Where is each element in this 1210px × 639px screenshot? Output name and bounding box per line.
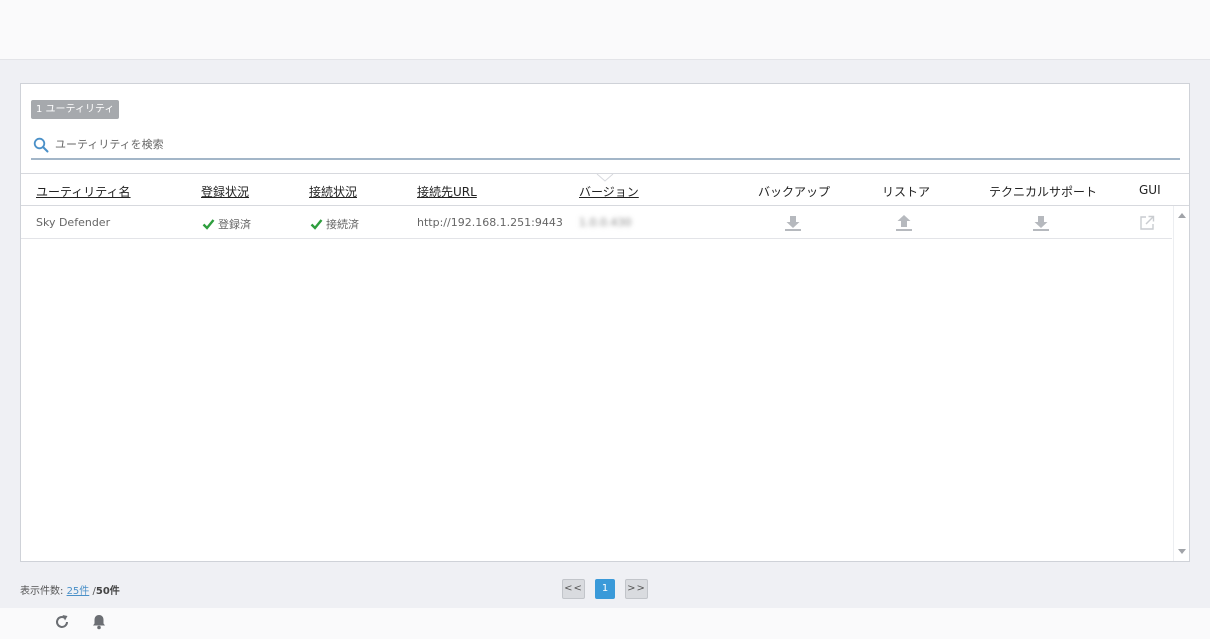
table-scrollbar[interactable] <box>1173 206 1189 561</box>
per-page-option-alt[interactable]: 50件 <box>96 586 120 597</box>
version-value: 1.0.0.430 <box>579 216 632 229</box>
utility-name: Sky Defender <box>36 216 111 229</box>
per-page-label: 表示件数: <box>20 586 64 597</box>
search-bar <box>31 132 1180 160</box>
utility-count-badge: 1 ユーティリティ <box>31 100 120 119</box>
column-header-backup: バックアップ <box>758 185 831 199</box>
pagination-prev-button[interactable]: << <box>562 579 585 599</box>
download-icon[interactable] <box>1031 213 1051 233</box>
connection-status: 接続済 <box>310 216 359 232</box>
column-header-support: テクニカルサポート <box>989 185 1098 199</box>
top-bar <box>0 0 1210 60</box>
column-header-restore: リストア <box>882 185 931 199</box>
registration-status-text: 登録済 <box>218 218 251 231</box>
connection-url: http://192.168.1.251:9443 <box>417 216 563 229</box>
scroll-down-arrow-icon[interactable] <box>1178 549 1186 554</box>
table-row[interactable]: Sky Defender 登録済 接続済 http://192.168.1.25… <box>21 206 1172 239</box>
search-icon <box>33 137 49 153</box>
column-header-gui: GUI <box>1139 183 1161 197</box>
column-header-registration[interactable]: 登録状況 <box>201 183 249 200</box>
table-header: ユーティリティ名 登録状況 接続状況 接続先URL バージョン バックアップ リ… <box>21 173 1189 206</box>
scroll-up-arrow-icon[interactable] <box>1178 213 1186 218</box>
column-header-connection[interactable]: 接続状況 <box>309 183 357 200</box>
registration-status: 登録済 <box>202 216 251 232</box>
check-icon <box>310 219 323 230</box>
pagination-next-button[interactable]: >> <box>625 579 648 599</box>
per-page-selector: 表示件数: 25件 /50件 <box>20 582 120 597</box>
refresh-icon[interactable] <box>53 613 71 631</box>
column-header-name[interactable]: ユーティリティ名 <box>36 183 131 200</box>
bell-icon[interactable] <box>90 613 108 631</box>
download-icon[interactable] <box>783 213 803 233</box>
column-header-version[interactable]: バージョン <box>579 183 639 200</box>
search-input[interactable] <box>55 134 1155 154</box>
bottom-bar <box>0 608 1210 639</box>
check-icon <box>202 219 215 230</box>
connection-status-text: 接続済 <box>326 218 359 231</box>
per-page-option-current[interactable]: 25件 <box>67 586 90 597</box>
utility-panel: 1 ユーティリティ ユーティリティ名 登録状況 接続状況 接続先URL バージョ… <box>20 83 1190 562</box>
pagination-page-current[interactable]: 1 <box>595 579 615 599</box>
external-link-icon[interactable] <box>1137 213 1157 233</box>
column-header-url[interactable]: 接続先URL <box>417 183 477 200</box>
sort-indicator-icon <box>596 173 614 182</box>
upload-icon[interactable] <box>894 213 914 233</box>
